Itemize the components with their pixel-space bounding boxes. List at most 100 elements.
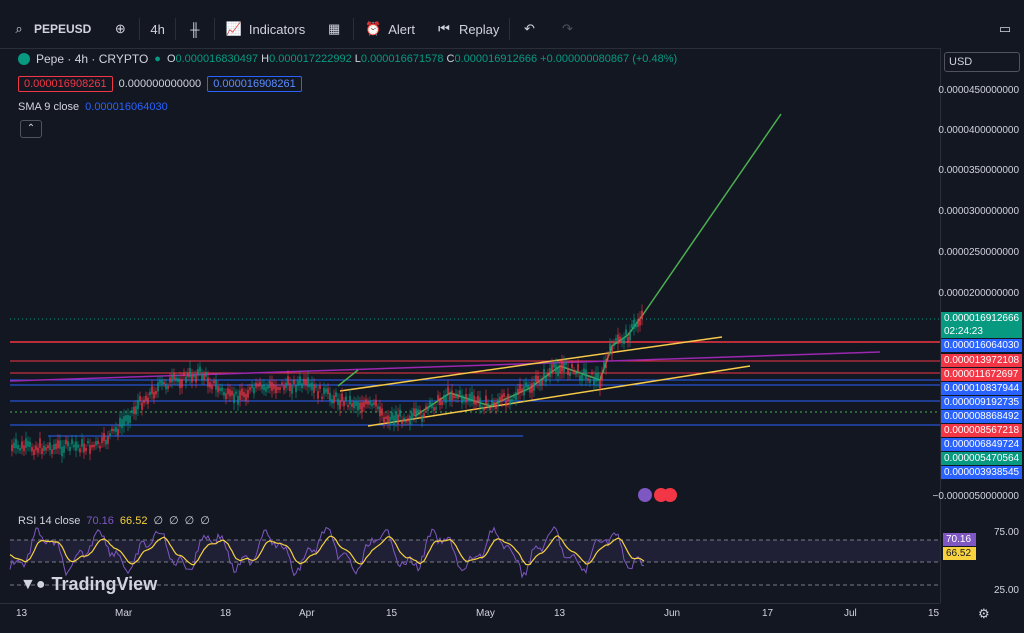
candle-body (81, 439, 83, 447)
candle-body (499, 396, 501, 401)
tradingview-logo[interactable]: ▼● TradingView (20, 574, 157, 595)
rsi-empty-value: ∅ (153, 515, 164, 527)
candle-body (145, 395, 147, 401)
price-axis[interactable]: 0.0000450000000 0.0000400000000 0.000035… (933, 48, 1024, 603)
replay-button[interactable]: ⏮ Replay (425, 10, 509, 48)
candle-body (369, 400, 371, 405)
candle-body (539, 380, 541, 386)
candle-body (269, 381, 271, 389)
candle-body (343, 401, 345, 407)
candle-body (65, 439, 67, 445)
candle-body (69, 446, 71, 452)
time-tick: Mar (115, 608, 133, 619)
candle-body (605, 358, 607, 369)
sell-button[interactable]: 0.000016908261 (18, 76, 113, 92)
candle-body (163, 381, 165, 385)
candle-body (321, 396, 323, 399)
price-tag: 0.000006849724 (941, 438, 1022, 451)
candle-body (335, 392, 337, 398)
candle-body (13, 442, 15, 449)
time-axis[interactable]: 13 Mar 18 Apr 15 May 13 Jun 17 Jul 15 (0, 603, 940, 624)
candle-body (227, 388, 229, 395)
buy-button[interactable]: 0.000016908261 (207, 76, 302, 92)
sma-value: 0.000016064030 (85, 101, 168, 113)
candle-body (229, 389, 231, 397)
redo-button[interactable]: ↷ (548, 10, 586, 48)
fullscreen-button[interactable]: ▭ (986, 10, 1024, 48)
candle-body (401, 419, 403, 424)
candle-body (423, 413, 425, 418)
candle-body (151, 386, 153, 395)
c-value: 0.000016912666 (454, 53, 538, 65)
price-tick: 0.0000350000000 (938, 165, 1019, 176)
candle-body (27, 441, 29, 447)
currency-selector[interactable]: USD (944, 52, 1020, 72)
layouts-button[interactable]: ▦ (315, 10, 353, 48)
candle-body (243, 392, 245, 398)
candle-body (39, 438, 41, 448)
lightning-event-icon[interactable] (638, 488, 652, 502)
chart-type-button[interactable]: ╫ (176, 10, 214, 48)
candle-body (527, 384, 529, 388)
price-tag: 0.000013972108 (941, 354, 1022, 367)
candle-body (329, 392, 331, 401)
rsi-label[interactable]: RSI 14 close (18, 515, 80, 527)
candle-body (439, 397, 441, 406)
interval-button[interactable]: 4h (140, 10, 174, 48)
candle-body (613, 342, 615, 346)
candle-body (271, 381, 273, 391)
candle-body (15, 439, 17, 449)
candle-body (77, 444, 79, 448)
interval-label: 4h (150, 21, 165, 37)
candle-body (607, 354, 609, 358)
candle-body (443, 395, 445, 401)
candle-body (59, 440, 61, 449)
candle-body (371, 403, 373, 407)
candle-body (465, 394, 467, 403)
candle-body (413, 408, 415, 417)
sma-label[interactable]: SMA 9 close (18, 101, 79, 113)
candle-body (513, 395, 515, 399)
event-icon[interactable] (663, 488, 677, 502)
candle-body (231, 390, 233, 396)
candle-body (637, 319, 639, 327)
settings-gear-icon[interactable]: ⚙ (978, 606, 990, 622)
green-arrow-line[interactable] (337, 369, 359, 387)
rsi-ma-tag: 66.52 (943, 547, 976, 560)
candle-body (493, 401, 495, 407)
candle-body (215, 379, 217, 390)
indicators-button[interactable]: 📈 Indicators (215, 10, 315, 48)
candle-body (579, 375, 581, 381)
candle-body (285, 382, 287, 389)
undo-button[interactable]: ↶ (510, 10, 548, 48)
candle-body (485, 395, 487, 405)
candle-body (121, 419, 123, 429)
candle-body (165, 383, 167, 390)
candle-body (143, 399, 145, 404)
candle-body (621, 338, 623, 344)
candle-body (331, 399, 333, 404)
candle-body (35, 445, 37, 451)
alert-button[interactable]: ⏰ Alert (354, 10, 425, 48)
candle-body (435, 407, 437, 410)
collapse-legend-button[interactable]: ⌃ (20, 120, 42, 138)
candle-body (405, 419, 407, 423)
candle-body (345, 396, 347, 401)
h-value: 0.000017222992 (269, 53, 352, 65)
candle-body (131, 410, 133, 413)
candle-body (501, 394, 503, 402)
candle-body (261, 384, 263, 390)
legend-title[interactable]: Pepe · 4h · CRYPTO (36, 52, 148, 66)
candle-body (535, 375, 537, 383)
compare-button[interactable]: ⊕ (101, 10, 139, 48)
candle-body (511, 398, 513, 402)
lower-channel-line[interactable] (367, 365, 751, 427)
upper-channel-line[interactable] (339, 336, 723, 392)
candle-body (267, 384, 269, 389)
candle-body (389, 416, 391, 425)
symbol-search[interactable]: ⌕ PEPEUSD (0, 10, 101, 48)
horizontal-levels (10, 318, 940, 437)
candle-body (21, 441, 23, 449)
candle-body (307, 377, 309, 388)
event-icons[interactable] (638, 488, 677, 502)
